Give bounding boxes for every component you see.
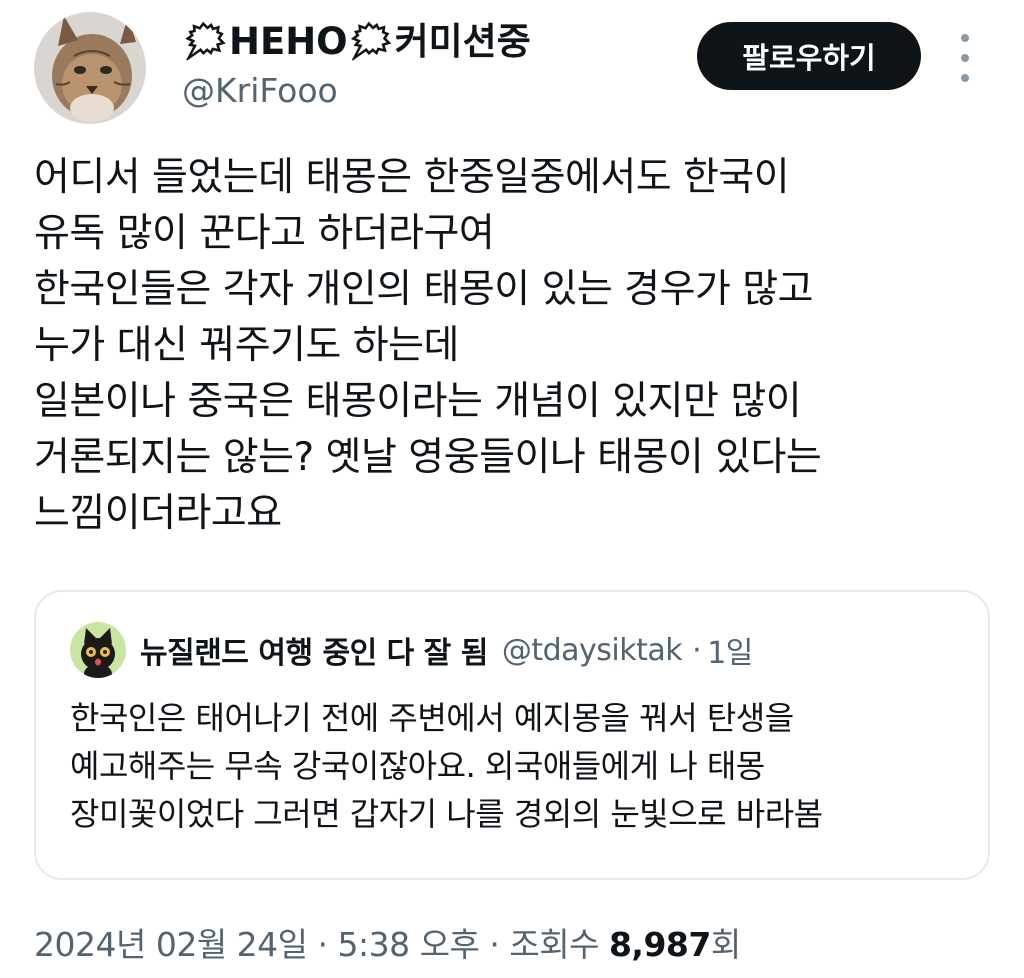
quoted-tweet-card[interactable]: 뉴질랜드 여행 중인 다 잘 됨 @tdaysiktak · 1일 한국인은 태…	[34, 590, 990, 880]
quoted-author-handle[interactable]: @tdaysiktak	[502, 633, 683, 668]
tweet-footer: 2024년 02월 24일 · 5:38 오후 · 조회수 8,987회	[34, 918, 741, 966]
meta-separator: ·	[317, 925, 329, 964]
tweet-time[interactable]: 5:38 오후	[338, 925, 480, 964]
tweet-text-line: 누가 대신 꿔주기도 하는데	[34, 323, 459, 368]
lynx-avatar-icon[interactable]	[34, 12, 146, 124]
quoted-tweet-body: 한국인은 태어나기 전에 주변에서 예지몽을 꿔서 탄생을 예고해주는 무속 강…	[70, 694, 970, 838]
views-suffix: 회	[710, 925, 741, 964]
quoted-text-line: 장미꽃이었다 그러면 갑자기 나를 경외의 눈빛으로 바라봄	[70, 795, 823, 833]
more-dot	[961, 54, 969, 62]
more-dot	[961, 34, 969, 42]
black-cat-avatar-icon[interactable]	[70, 622, 126, 678]
tweet-header: 🗯HEHO🗯커미션중 @KriFooo 팔로우하기	[0, 0, 1024, 130]
follow-button[interactable]: 팔로우하기	[697, 22, 921, 90]
quoted-tweet-time[interactable]: 1일	[707, 628, 753, 672]
tweet-text-line: 일본이나 중국은 태몽이라는 개념이 있지만 많이	[34, 379, 802, 424]
quoted-tweet-header: 뉴질랜드 여행 중인 다 잘 됨 @tdaysiktak · 1일	[70, 622, 753, 678]
meta-separator: ·	[692, 632, 702, 668]
author-display-name[interactable]: 🗯HEHO🗯커미션중	[182, 18, 531, 66]
quoted-text-line: 예고해주는 무속 강국이잖아요. 외국애들에게 나 태몽	[70, 747, 765, 785]
tweet-text-line: 유독 많이 꾼다고 하더라구여	[34, 211, 495, 256]
tweet-body: 어디서 들었는데 태몽은 한중일중에서도 한국이 유독 많이 꾼다고 하더라구여…	[34, 150, 994, 542]
meta-separator: ·	[489, 925, 500, 964]
tweet-text-line: 어디서 들었는데 태몽은 한중일중에서도 한국이	[34, 155, 790, 200]
tweet-date[interactable]: 2024년 02월 24일	[34, 925, 308, 964]
author-handle[interactable]: @KriFooo	[182, 68, 531, 114]
views-count: 8,987	[608, 925, 711, 964]
tweet-text-line: 느낌이더라고요	[34, 491, 282, 536]
more-dot	[961, 74, 969, 82]
tweet-text-line: 거론되지는 않는? 옛날 영웅들이나 태몽이 있다는	[34, 435, 822, 480]
views-label: 조회수	[509, 925, 599, 964]
quoted-text-line: 한국인은 태어나기 전에 주변에서 예지몽을 꿔서 탄생을	[70, 699, 794, 737]
tweet-text-line: 한국인들은 각자 개인의 태몽이 있는 경우가 많고	[34, 267, 813, 312]
more-vertical-icon[interactable]	[950, 34, 980, 82]
quoted-author-name[interactable]: 뉴질랜드 여행 중인 다 잘 됨	[140, 628, 488, 672]
